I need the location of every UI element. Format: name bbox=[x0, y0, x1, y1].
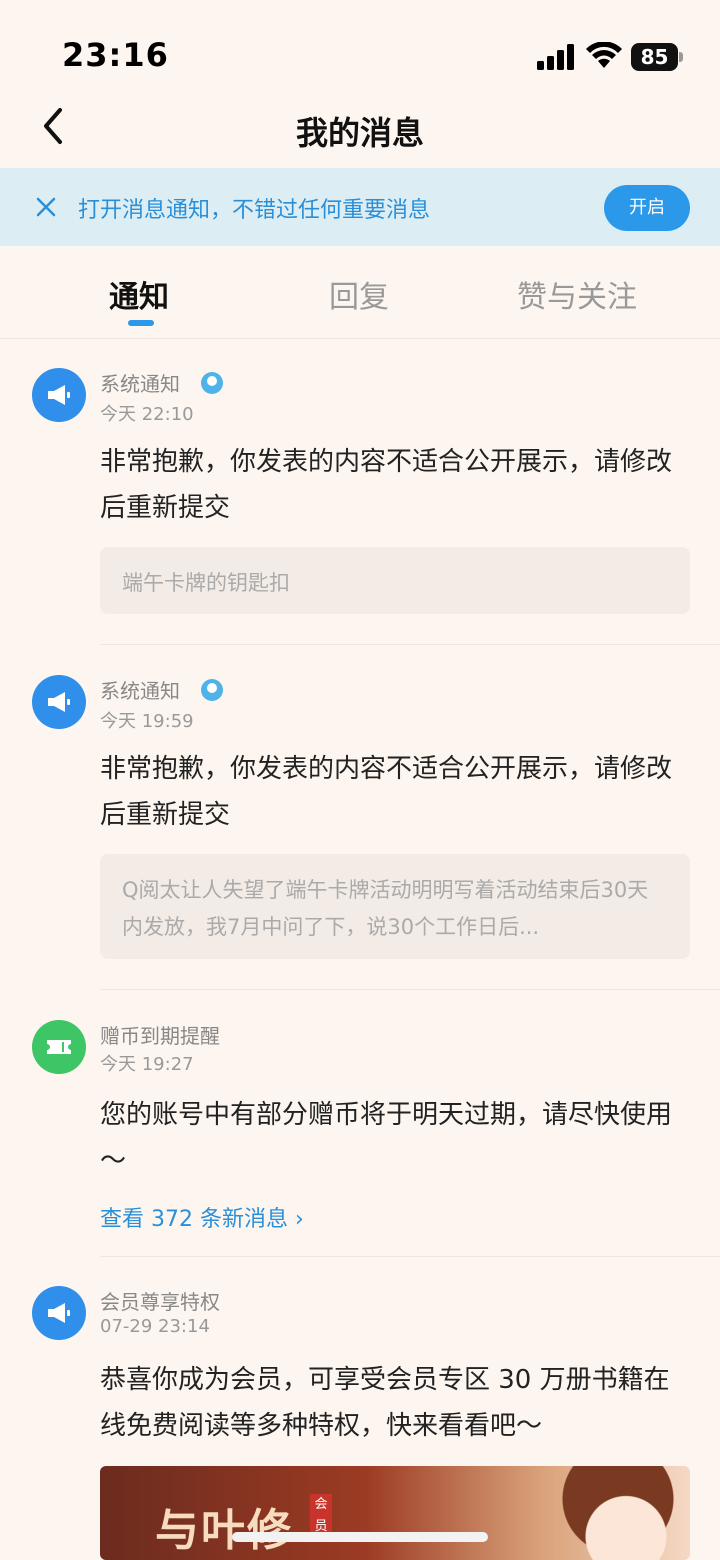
notification-banner: 打开消息通知，不错过任何重要消息 开启 bbox=[0, 168, 720, 246]
divider bbox=[100, 1256, 720, 1257]
message-body: 非常抱歉，你发表的内容不适合公开展示，请修改后重新提交 bbox=[100, 754, 673, 830]
promo-banner-title: 与叶修 bbox=[155, 1505, 293, 1556]
notification-banner-text: 打开消息通知，不错过任何重要消息 bbox=[78, 198, 431, 223]
signal-icon bbox=[537, 44, 574, 70]
tab-likes-follows[interactable]: 赞与关注 bbox=[517, 272, 637, 316]
message-time: 今天 19:59 bbox=[100, 711, 194, 732]
message-sender: 系统通知 bbox=[100, 372, 180, 396]
message-time: 今天 22:10 bbox=[100, 404, 194, 425]
megaphone-icon bbox=[32, 675, 86, 729]
divider bbox=[100, 644, 720, 645]
megaphone-icon bbox=[32, 1286, 86, 1340]
verified-icon bbox=[201, 372, 223, 394]
message-time: 今天 19:27 bbox=[100, 1054, 194, 1075]
message-tabs: 通知 回复 赞与关注 bbox=[0, 258, 720, 338]
battery-icon: 85 bbox=[631, 43, 683, 71]
active-tab-indicator bbox=[128, 320, 154, 326]
message-sender: 会员尊享特权 bbox=[100, 1290, 220, 1314]
home-indicator[interactable] bbox=[232, 1532, 488, 1542]
message-sender: 系统通知 bbox=[100, 679, 180, 703]
character-illustration bbox=[530, 1466, 690, 1560]
battery-level: 85 bbox=[631, 43, 678, 71]
message-body: 您的账号中有部分赠币将于明天过期，请尽快使用～ bbox=[100, 1100, 673, 1176]
divider bbox=[0, 338, 720, 339]
tab-replies[interactable]: 回复 bbox=[329, 272, 389, 316]
close-icon[interactable] bbox=[34, 195, 58, 219]
tab-notifications[interactable]: 通知 bbox=[109, 272, 169, 316]
status-time: 23:16 bbox=[62, 36, 169, 74]
verified-icon bbox=[201, 679, 223, 701]
message-body: 非常抱歉，你发表的内容不适合公开展示，请修改后重新提交 bbox=[100, 447, 673, 523]
enable-notification-button[interactable]: 开启 bbox=[604, 185, 690, 231]
message-sender: 赠币到期提醒 bbox=[100, 1024, 220, 1048]
quoted-content[interactable]: 端午卡牌的钥匙扣 bbox=[100, 547, 690, 614]
message-time: 07-29 23:14 bbox=[100, 1316, 210, 1337]
quoted-content[interactable]: Q阅太让人失望了端午卡牌活动明明写着活动结束后30天内发放，我7月中问了下，说3… bbox=[100, 854, 690, 959]
divider bbox=[100, 989, 720, 990]
wifi-icon bbox=[586, 42, 622, 68]
message-body: 恭喜你成为会员，可享受会员专区 30 万册书籍在线免费阅读等多种特权，快来看看吧… bbox=[100, 1365, 670, 1441]
nav-bar: 我的消息 bbox=[0, 90, 720, 168]
page-title: 我的消息 bbox=[295, 114, 424, 152]
promo-banner-image[interactable]: 与叶修 会员 bbox=[100, 1466, 690, 1560]
megaphone-icon bbox=[32, 368, 86, 422]
ticket-icon bbox=[32, 1020, 86, 1074]
view-more-messages-link[interactable]: 查看 372 条新消息 › bbox=[100, 1201, 304, 1233]
